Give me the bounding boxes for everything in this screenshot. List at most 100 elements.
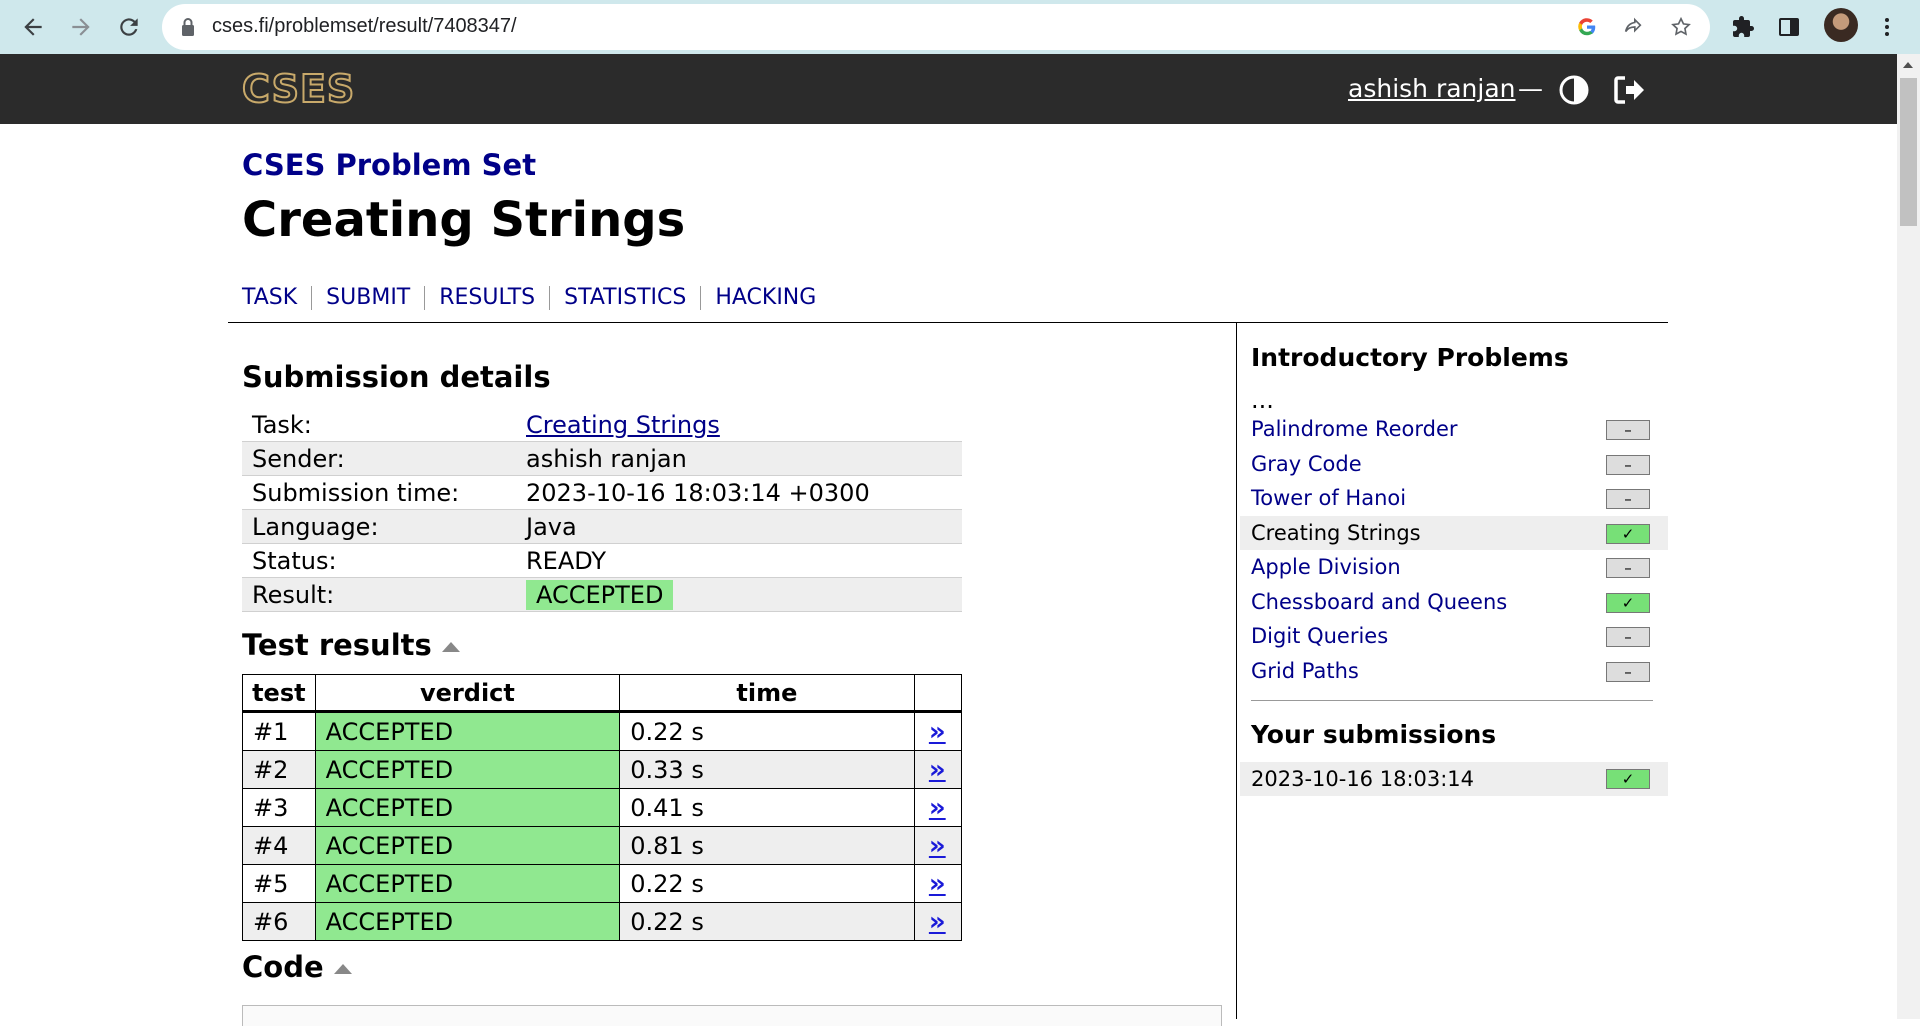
test-time: 0.41 s xyxy=(619,788,915,827)
tab-task[interactable]: TASK xyxy=(242,286,311,310)
details-value: ACCEPTED xyxy=(516,577,962,612)
table-row: #5 ACCEPTED 0.22 s » xyxy=(242,864,963,903)
test-time: 0.33 s xyxy=(619,750,915,789)
details-value: Java xyxy=(516,509,962,544)
tab-hacking[interactable]: HACKING xyxy=(700,286,830,310)
bookmark-star-icon[interactable] xyxy=(1668,14,1694,40)
view-test-icon[interactable]: » xyxy=(929,719,946,745)
sidebar-ellipsis: ... xyxy=(1251,386,1274,414)
cses-logo[interactable]: CSES xyxy=(241,69,355,109)
test-results-title: Test results xyxy=(242,628,432,662)
details-value: READY xyxy=(516,543,962,578)
test-time: 0.22 s xyxy=(619,864,915,903)
column-header-time: time xyxy=(619,674,915,713)
scrollbar-thumb[interactable] xyxy=(1900,78,1917,226)
problem-item[interactable]: Digit Queries – xyxy=(1240,619,1668,654)
forward-icon[interactable] xyxy=(62,8,100,46)
profile-avatar[interactable] xyxy=(1824,8,1858,42)
logout-icon[interactable] xyxy=(1612,74,1646,106)
problem-item[interactable]: Palindrome Reorder – xyxy=(1240,412,1668,447)
problem-link[interactable]: Digit Queries xyxy=(1251,624,1388,648)
view-test-icon[interactable]: » xyxy=(929,871,946,897)
table-row: #4 ACCEPTED 0.81 s » xyxy=(242,826,963,865)
google-icon[interactable] xyxy=(1574,14,1600,40)
tab-statistics[interactable]: STATISTICS xyxy=(549,286,700,310)
status-check-icon: ✓ xyxy=(1606,523,1650,544)
view-test-icon[interactable]: » xyxy=(929,909,946,935)
submission-item[interactable]: 2023-10-16 18:03:14 ✓ xyxy=(1240,762,1668,796)
collapse-triangle-icon[interactable] xyxy=(333,964,352,974)
page-title: Creating Strings xyxy=(242,192,686,248)
details-row: Task: Creating Strings xyxy=(242,408,962,442)
test-link-cell: » xyxy=(913,750,963,789)
table-row: #1 ACCEPTED 0.22 s » xyxy=(242,711,963,751)
problem-tabs: TASK SUBMIT RESULTS STATISTICS HACKING xyxy=(242,285,830,311)
share-icon[interactable] xyxy=(1620,14,1646,40)
details-row: Sender: ashish ranjan xyxy=(242,441,962,476)
address-bar[interactable]: cses.fi/problemset/result/7408347/ xyxy=(162,4,1710,50)
problem-link[interactable]: Chessboard and Queens xyxy=(1251,590,1507,614)
details-row: Language: Java xyxy=(242,509,962,544)
problem-item[interactable]: Tower of Hanoi – xyxy=(1240,481,1668,516)
status-dash-icon: – xyxy=(1606,420,1650,440)
problem-item[interactable]: Chessboard and Queens ✓ xyxy=(1240,585,1668,620)
tab-results[interactable]: RESULTS xyxy=(424,286,549,310)
test-link-cell: » xyxy=(913,864,963,903)
code-title: Code xyxy=(242,950,324,984)
tab-submit[interactable]: SUBMIT xyxy=(311,286,424,310)
status-dash-icon: – xyxy=(1606,627,1650,647)
task-link[interactable]: Creating Strings xyxy=(526,411,720,439)
view-test-icon[interactable]: » xyxy=(929,795,946,821)
problem-link[interactable]: Palindrome Reorder xyxy=(1251,417,1458,441)
scroll-up-icon[interactable] xyxy=(1903,62,1913,68)
problem-link[interactable]: Apple Division xyxy=(1251,555,1401,579)
problem-item[interactable]: Gray Code – xyxy=(1240,447,1668,482)
test-link-cell: » xyxy=(913,711,963,751)
details-label: Status: xyxy=(242,543,516,578)
test-number: #4 xyxy=(242,826,316,865)
content-divider xyxy=(228,322,1668,323)
details-label: Task: xyxy=(242,408,516,442)
table-row: #6 ACCEPTED 0.22 s » xyxy=(242,902,963,941)
test-verdict: ACCEPTED xyxy=(314,750,621,789)
problem-list: Palindrome Reorder – Gray Code – Tower o… xyxy=(1240,412,1668,688)
problem-item[interactable]: Apple Division – xyxy=(1240,550,1668,585)
table-row: #3 ACCEPTED 0.41 s » xyxy=(242,788,963,827)
problem-link[interactable]: Tower of Hanoi xyxy=(1251,486,1406,510)
problem-item[interactable]: Grid Paths – xyxy=(1240,654,1668,689)
test-link-cell: » xyxy=(913,902,963,941)
test-link-cell: » xyxy=(913,788,963,827)
status-dash-icon: – xyxy=(1606,661,1650,682)
problem-link[interactable]: Gray Code xyxy=(1251,452,1362,476)
user-link[interactable]: ashish ranjan xyxy=(1348,74,1516,103)
collapse-triangle-icon[interactable] xyxy=(441,642,460,652)
status-dash-icon: – xyxy=(1606,489,1650,509)
status-check-icon: ✓ xyxy=(1606,592,1650,613)
test-results-heading[interactable]: Test results xyxy=(242,628,460,662)
url-text[interactable]: cses.fi/problemset/result/7408347/ xyxy=(212,15,517,38)
problem-link[interactable]: Grid Paths xyxy=(1251,659,1359,683)
back-icon[interactable] xyxy=(14,8,52,46)
submissions-title: Your submissions xyxy=(1251,720,1497,749)
details-row: Result: ACCEPTED xyxy=(242,577,962,612)
problem-set-title[interactable]: CSES Problem Set xyxy=(242,148,536,182)
problem-item-current[interactable]: Creating Strings ✓ xyxy=(1240,515,1668,550)
details-label: Submission time: xyxy=(242,475,516,510)
extensions-icon[interactable] xyxy=(1728,12,1758,42)
status-dash-icon: – xyxy=(1606,558,1650,578)
reload-icon[interactable] xyxy=(110,8,148,46)
side-panel-icon[interactable] xyxy=(1774,12,1804,42)
view-test-icon[interactable]: » xyxy=(929,833,946,859)
submission-link[interactable]: 2023-10-16 18:03:14 xyxy=(1251,767,1474,791)
details-label: Sender: xyxy=(242,441,516,476)
header-separator: — xyxy=(1518,74,1543,103)
view-test-icon[interactable]: » xyxy=(929,757,946,783)
code-heading[interactable]: Code xyxy=(242,950,352,984)
test-verdict: ACCEPTED xyxy=(314,902,621,941)
browser-toolbar: cses.fi/problemset/result/7408347/ xyxy=(0,0,1920,54)
table-header-row: test verdict time xyxy=(242,674,963,713)
sidebar-separator xyxy=(1251,700,1653,701)
more-menu-icon[interactable] xyxy=(1872,12,1902,42)
problem-link[interactable]: Creating Strings xyxy=(1251,521,1421,545)
theme-toggle-icon[interactable] xyxy=(1558,74,1590,106)
